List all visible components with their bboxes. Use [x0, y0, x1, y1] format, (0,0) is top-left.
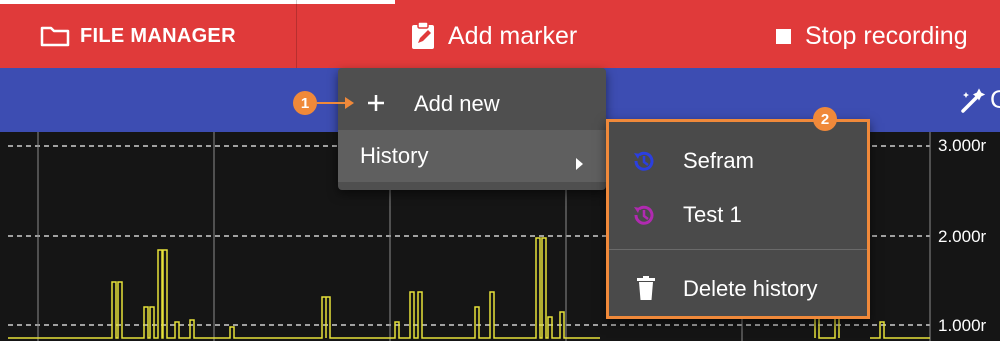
axis-label-top: 3.000r — [938, 136, 987, 155]
chevron-right-icon — [576, 150, 584, 170]
history-label: History — [360, 143, 429, 168]
axis-label-middle: 2.000r — [938, 227, 987, 246]
history-item-label: Test 1 — [683, 202, 742, 227]
history-item-sefram[interactable]: Sefram — [609, 134, 867, 188]
history-submenu: Sefram Test 1 Delete history — [606, 119, 870, 319]
top-toolbar: FILE MANAGER Add marker Stop recording — [0, 0, 1000, 68]
toolbar-divider — [296, 0, 297, 68]
history-icon — [631, 148, 657, 174]
delete-history-label: Delete history — [683, 276, 818, 301]
menu-item-history[interactable]: History — [338, 130, 606, 182]
history-item-test-1[interactable]: Test 1 — [609, 188, 867, 242]
add-marker-button[interactable]: Add marker — [410, 16, 577, 56]
stop-recording-label: Stop recording — [805, 21, 968, 50]
menu-item-add-new[interactable]: Add new — [338, 78, 606, 130]
file-manager-label: FILE MANAGER — [80, 24, 236, 47]
submenu-divider — [609, 249, 867, 250]
callout-badge-2: 2 — [813, 107, 837, 131]
history-icon — [631, 202, 657, 228]
callout-arrowhead — [345, 97, 354, 109]
add-marker-label: Add marker — [448, 21, 578, 50]
file-manager-button[interactable]: FILE MANAGER — [40, 16, 236, 56]
stop-icon — [776, 28, 791, 44]
folder-icon — [40, 24, 70, 48]
wand-icon[interactable] — [960, 88, 986, 114]
history-item-label: Sefram — [683, 148, 754, 173]
secondary-bar-text-fragment: C — [990, 86, 1000, 114]
add-marker-menu: Add new History — [338, 68, 606, 190]
callout-badge-1: 1 — [293, 91, 317, 115]
axis-label-bottom: 1.000r — [938, 316, 987, 335]
trash-icon — [637, 276, 655, 300]
add-new-label: Add new — [414, 91, 500, 116]
clipboard-edit-icon — [410, 21, 436, 51]
delete-history-button[interactable]: Delete history — [609, 262, 867, 316]
plus-icon — [366, 93, 386, 113]
signal-trace — [8, 237, 600, 339]
toolbar-top-strip — [0, 0, 395, 4]
stop-recording-button[interactable]: Stop recording — [776, 16, 968, 56]
